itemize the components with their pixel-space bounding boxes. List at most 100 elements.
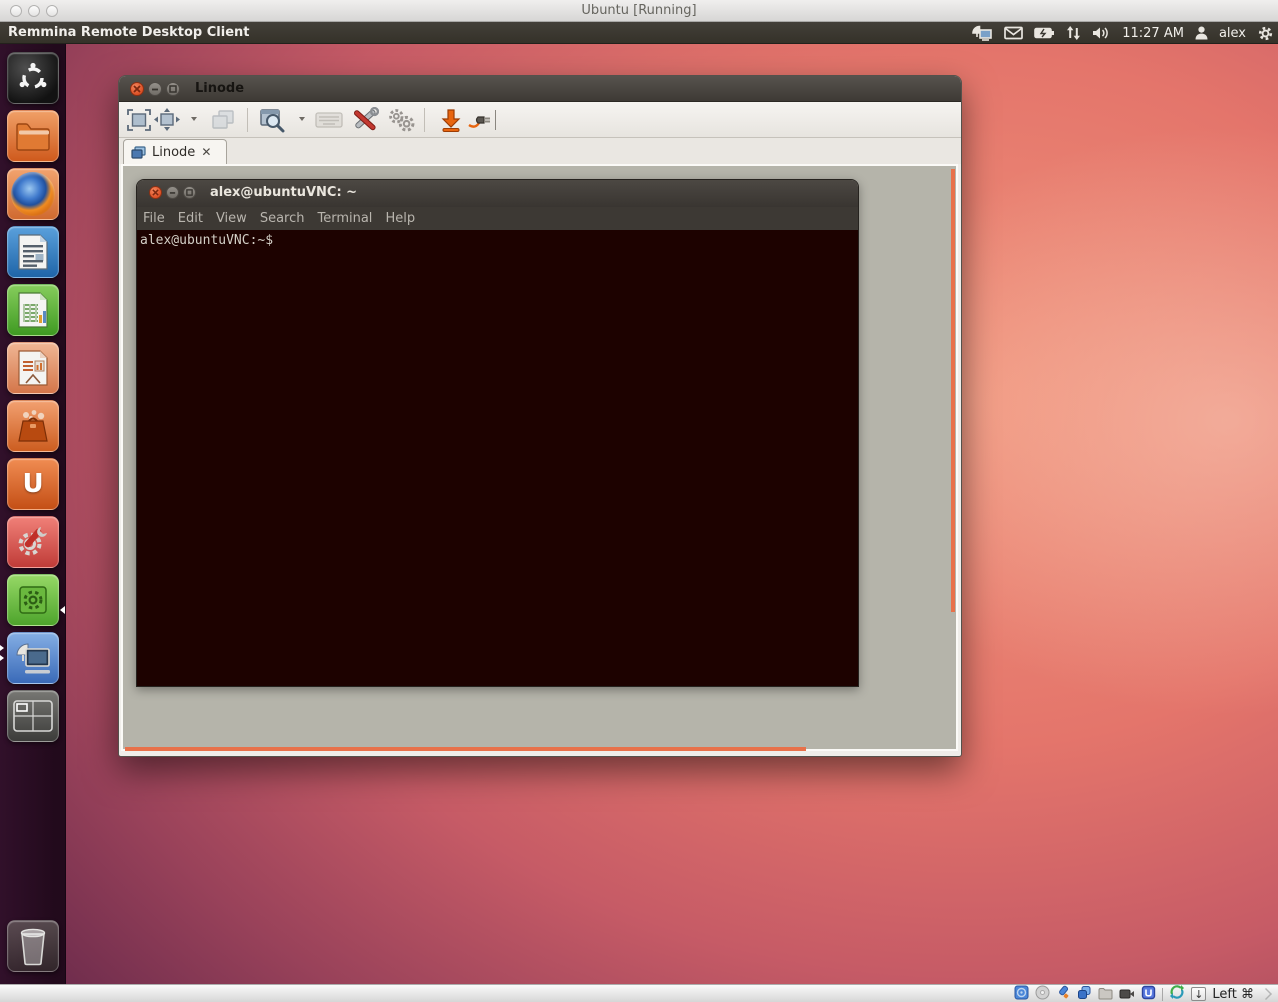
- vm-window-title: Ubuntu [Running]: [0, 3, 1278, 18]
- remmina-running-pip: [0, 655, 4, 661]
- shopping-bag-icon: [14, 407, 52, 445]
- workspace-grid-icon: [13, 700, 53, 732]
- remmina-indicator-icon[interactable]: [971, 25, 993, 41]
- zoom-button[interactable]: [259, 106, 287, 134]
- zoom-dropdown-caret[interactable]: [299, 117, 305, 121]
- menu-help[interactable]: Help: [385, 211, 415, 226]
- remote-terminal-window: alex@ubuntuVNC: ~ File Edit View Search …: [136, 179, 859, 687]
- vnc-viewport[interactable]: alex@ubuntuVNC: ~ File Edit View Search …: [121, 164, 958, 751]
- tab-label: Linode: [152, 145, 195, 160]
- viewport-right-accent-line: [951, 169, 955, 612]
- vm-titlebar: Ubuntu [Running]: [0, 0, 1278, 22]
- calc-document-icon: [16, 291, 50, 329]
- terminal-maximize-button[interactable]: [183, 186, 196, 199]
- terminal-titlebar[interactable]: alex@ubuntuVNC: ~: [137, 180, 858, 207]
- gear-wrench-icon: [14, 523, 52, 561]
- ubuntu-logo-icon: [17, 62, 49, 94]
- launcher-item-libreoffice-writer[interactable]: [7, 226, 59, 278]
- trash-icon: [16, 926, 50, 966]
- tab-linode[interactable]: Linode ✕: [123, 139, 227, 164]
- launcher-item-ubuntu-software-center[interactable]: [7, 400, 59, 452]
- mouse-integration-icon[interactable]: [1169, 984, 1185, 1002]
- host-key-label: Left ⌘: [1212, 987, 1254, 1002]
- terminal-body[interactable]: alex@ubuntuVNC:~$: [137, 230, 858, 686]
- text-cursor: [495, 110, 496, 130]
- tab-close-icon[interactable]: ✕: [201, 145, 211, 159]
- launcher-item-software-updater[interactable]: [7, 574, 59, 626]
- panel-app-title: Remmina Remote Desktop Client: [8, 25, 250, 40]
- launcher-item-trash[interactable]: [7, 920, 59, 972]
- launcher-item-libreoffice-impress[interactable]: [7, 342, 59, 394]
- vbox-statusbar: ↓ Left ⌘: [0, 984, 1278, 1002]
- panel-clock[interactable]: 11:27 AM: [1122, 26, 1184, 41]
- optical-drives-icon[interactable]: [1035, 985, 1050, 1002]
- remmina-running-pip: [0, 645, 4, 651]
- unity-launcher: U: [0, 44, 66, 984]
- network-adapters-icon[interactable]: [1077, 985, 1092, 1002]
- remmina-icon: [13, 639, 53, 677]
- host-key-status-icon[interactable]: ↓: [1191, 987, 1206, 1001]
- terminal-menubar: File Edit View Search Terminal Help: [137, 207, 858, 230]
- impress-document-icon: [16, 349, 50, 387]
- remmina-window: Linode: [118, 75, 962, 757]
- virtualization-features-icon[interactable]: [1141, 985, 1156, 1002]
- menu-edit[interactable]: Edit: [178, 211, 203, 226]
- launcher-item-ubuntu-one[interactable]: U: [7, 458, 59, 510]
- remmina-window-title: Linode: [195, 81, 244, 96]
- remmina-toolbar: [119, 102, 961, 138]
- terminal-close-button[interactable]: [149, 186, 162, 199]
- folder-icon: [15, 121, 51, 151]
- disconnect-button[interactable]: [467, 106, 495, 134]
- toolbar-separator: [424, 108, 425, 132]
- toggle-scaled-mode-button[interactable]: [153, 106, 181, 134]
- user-icon[interactable]: [1195, 26, 1208, 40]
- hard-disks-icon[interactable]: [1014, 985, 1029, 1002]
- launcher-item-home-folder[interactable]: [7, 110, 59, 162]
- menu-search[interactable]: Search: [260, 211, 305, 226]
- window-maximize-button[interactable]: [166, 82, 180, 96]
- window-minimize-button[interactable]: [148, 82, 162, 96]
- tools-button[interactable]: [387, 106, 415, 134]
- writer-document-icon: [16, 233, 50, 271]
- firefox-icon: [11, 172, 55, 216]
- duplicate-connection-button[interactable]: [209, 106, 237, 134]
- scaled-mode-dropdown-caret[interactable]: [191, 117, 197, 121]
- ubuntu-one-letter: U: [22, 469, 43, 499]
- network-sync-indicator-icon[interactable]: [1066, 26, 1081, 40]
- remmina-focused-arrow: [60, 606, 65, 614]
- menu-view[interactable]: View: [216, 211, 247, 226]
- panel-username[interactable]: alex: [1219, 26, 1246, 41]
- shared-folders-icon[interactable]: [1098, 985, 1113, 1002]
- window-close-button[interactable]: [130, 82, 144, 96]
- usb-devices-icon[interactable]: [1056, 985, 1071, 1002]
- tab-connection-icon: [131, 146, 146, 159]
- battery-indicator-icon[interactable]: [1034, 27, 1055, 39]
- launcher-item-system-settings[interactable]: [7, 516, 59, 568]
- grab-keyboard-button[interactable]: [315, 106, 343, 134]
- resize-grip[interactable]: [1260, 988, 1272, 1000]
- remmina-tabbar: Linode ✕: [119, 138, 961, 164]
- toggle-fullscreen-button[interactable]: [125, 106, 153, 134]
- ubuntu-top-panel: Remmina Remote Desktop Client: [0, 22, 1278, 44]
- menu-terminal[interactable]: Terminal: [317, 211, 372, 226]
- session-gear-icon[interactable]: [1257, 25, 1274, 42]
- terminal-minimize-button[interactable]: [166, 186, 179, 199]
- launcher-item-dash-home[interactable]: [7, 52, 59, 104]
- remmina-window-titlebar[interactable]: Linode: [119, 76, 961, 102]
- launcher-item-libreoffice-calc[interactable]: [7, 284, 59, 336]
- launcher-item-firefox[interactable]: [7, 168, 59, 220]
- terminal-prompt: alex@ubuntuVNC:~$: [140, 233, 273, 248]
- sound-indicator-icon[interactable]: [1092, 26, 1111, 40]
- terminal-title: alex@ubuntuVNC: ~: [210, 185, 357, 200]
- minimize-connection-button[interactable]: [437, 106, 465, 134]
- menu-file[interactable]: File: [143, 211, 165, 226]
- launcher-item-remmina[interactable]: [7, 632, 59, 684]
- statusbar-separator: [1162, 988, 1163, 1001]
- launcher-item-workspace-switcher[interactable]: [7, 690, 59, 742]
- preferences-button[interactable]: [351, 106, 379, 134]
- toolbar-separator: [247, 108, 248, 132]
- viewport-bottom-accent-bar: [125, 747, 806, 751]
- messages-indicator-icon[interactable]: [1004, 26, 1023, 40]
- desktop: Ubuntu [Running] Remmina Remote Desktop …: [0, 0, 1278, 1002]
- video-capture-icon[interactable]: [1119, 985, 1135, 1002]
